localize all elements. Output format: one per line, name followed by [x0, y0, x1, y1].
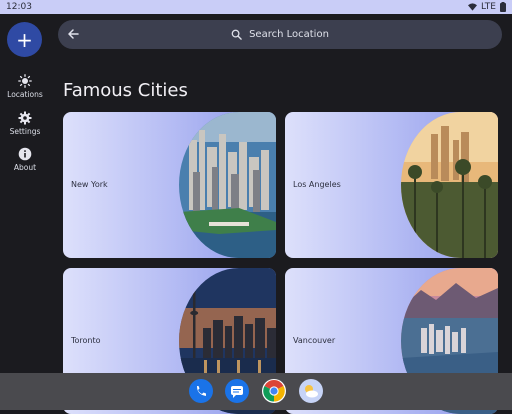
search-bar[interactable]: Search Location	[58, 20, 502, 49]
info-icon	[18, 147, 32, 161]
city-photo	[401, 112, 498, 258]
add-icon: +	[16, 27, 33, 52]
rail-item-locations[interactable]: Locations	[0, 74, 50, 99]
network-type: LTE	[481, 2, 496, 12]
navigation-rail: + Locations Settings About	[0, 14, 50, 373]
city-photo	[179, 112, 276, 258]
page-title: Famous Cities	[63, 80, 188, 101]
phone-icon[interactable]	[189, 379, 213, 403]
add-location-button[interactable]: +	[7, 22, 42, 57]
search-placeholder: Search Location	[249, 29, 329, 40]
search-icon	[231, 29, 242, 40]
city-name: Vancouver	[293, 336, 336, 345]
status-icons: LTE	[468, 2, 506, 12]
city-card-los-angeles[interactable]: Los Angeles	[285, 112, 498, 258]
city-name: Los Angeles	[293, 180, 341, 189]
city-card-new-york[interactable]: New York	[63, 112, 276, 258]
rail-item-about[interactable]: About	[0, 147, 50, 172]
city-name: Toronto	[71, 336, 101, 345]
gear-icon	[18, 111, 32, 125]
city-name: New York	[71, 180, 108, 189]
rail-item-label: About	[13, 163, 37, 172]
search-field[interactable]: Search Location	[58, 20, 502, 49]
app-dock	[0, 373, 512, 410]
battery-icon	[500, 2, 506, 12]
rail-item-settings[interactable]: Settings	[0, 111, 50, 136]
wifi-icon	[468, 3, 478, 11]
status-bar: 12:03 LTE	[0, 0, 512, 14]
messages-icon[interactable]	[225, 379, 249, 403]
rail-item-label: Settings	[9, 127, 41, 136]
sun-icon	[18, 74, 32, 88]
weather-icon[interactable]	[299, 379, 323, 403]
chrome-icon[interactable]	[262, 379, 286, 403]
rail-item-label: Locations	[7, 90, 43, 99]
status-time: 12:03	[6, 2, 32, 12]
